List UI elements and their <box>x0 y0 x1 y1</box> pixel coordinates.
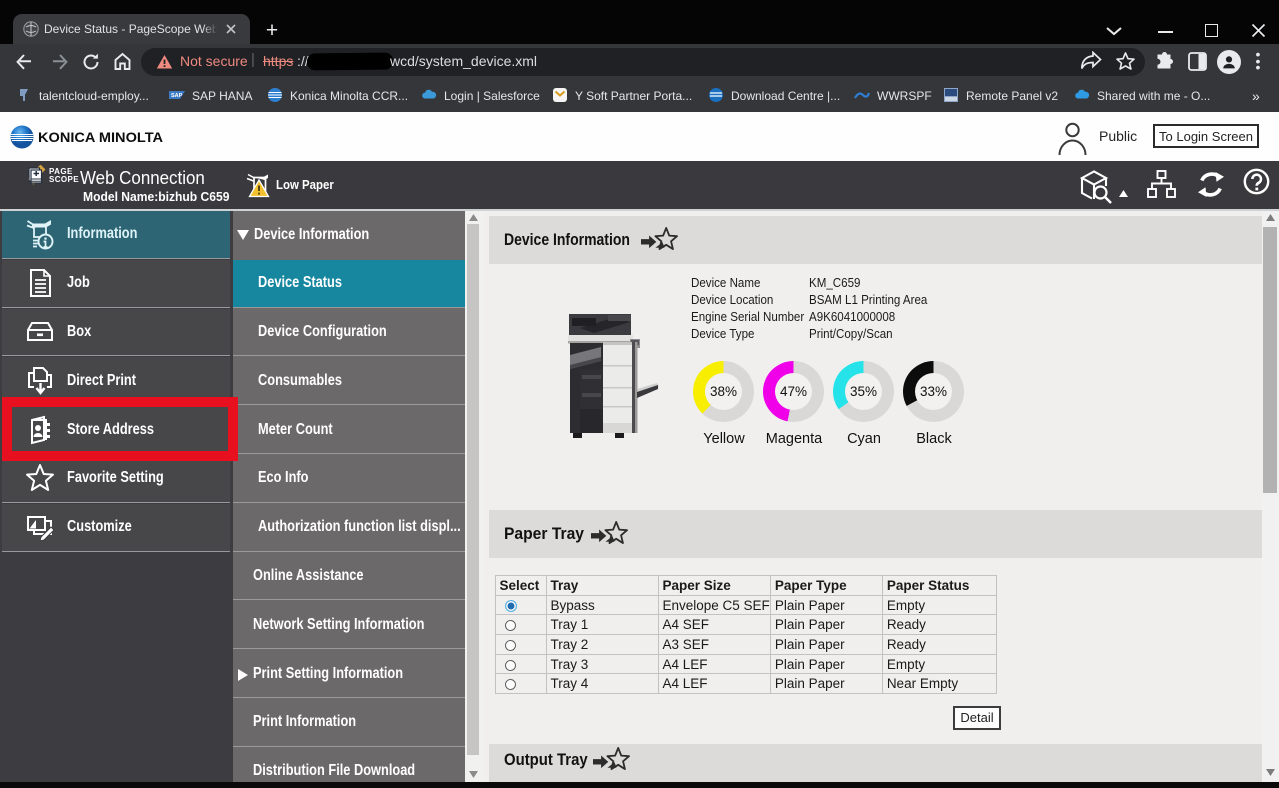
svg-text:SAP: SAP <box>171 93 183 99</box>
